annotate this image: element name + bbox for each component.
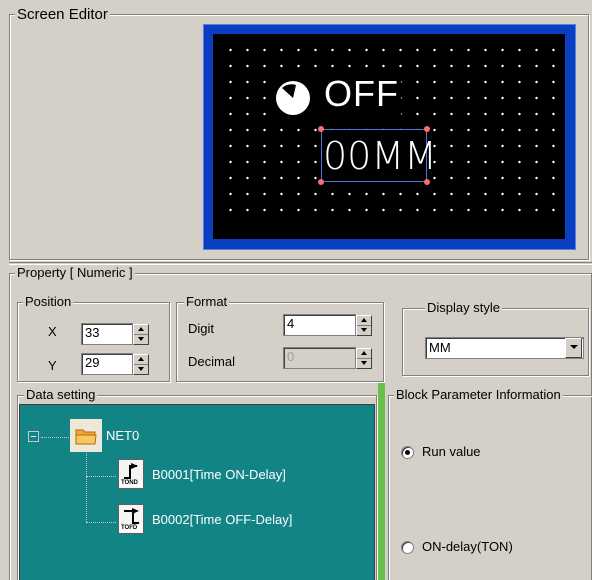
run-value-radio[interactable] <box>401 446 414 459</box>
spin-down-icon <box>138 366 144 371</box>
x-label: X <box>48 324 57 339</box>
status-lamp-icon[interactable] <box>266 72 320 124</box>
lcd-status-text[interactable]: OFF <box>322 72 401 116</box>
tree-line <box>86 450 87 522</box>
tree-node-b0001[interactable]: B0001[Time ON-Delay] <box>152 467 286 482</box>
tree-line <box>86 522 116 523</box>
x-position-spinner[interactable] <box>133 324 149 345</box>
timer-off-delay-icon: TOFD <box>118 504 144 534</box>
display-style-select[interactable]: MM <box>425 337 584 359</box>
resize-handle-top-left[interactable] <box>318 126 324 132</box>
spin-down-icon <box>361 327 367 332</box>
position-legend: Position <box>23 294 74 309</box>
resize-handle-bottom-left[interactable] <box>318 179 324 185</box>
lcd-numeric-object[interactable]: 00MM <box>321 129 437 182</box>
tond-caption: TOND <box>121 480 138 486</box>
screen-editor-legend: Screen Editor <box>15 6 110 23</box>
tofd-caption: TOFD <box>121 525 138 531</box>
property-legend: Property [ Numeric ] <box>15 265 135 280</box>
spin-up-icon <box>361 318 367 322</box>
timer-on-delay-icon: TOND <box>118 459 144 489</box>
lcd-numeric-text: 00MM <box>323 134 437 178</box>
minus-icon <box>31 436 36 437</box>
data-setting-legend: Data setting <box>24 387 98 402</box>
y-position-spinner[interactable] <box>133 354 149 375</box>
spin-up-icon <box>138 327 144 331</box>
on-delay-label[interactable]: ON-delay(TON) <box>422 539 513 554</box>
digit-input[interactable]: 4 <box>283 314 356 336</box>
panel-divider[interactable] <box>378 383 385 580</box>
tree-node-b0002[interactable]: B0002[Time OFF-Delay] <box>152 512 292 527</box>
tree-line <box>86 476 116 477</box>
block-parameter-legend: Block Parameter Information <box>394 387 563 402</box>
decimal-spinner[interactable] <box>356 348 372 369</box>
spin-up-icon <box>138 357 144 361</box>
y-label: Y <box>48 358 57 373</box>
tree-root-label[interactable]: NET0 <box>106 428 139 443</box>
chevron-down-icon <box>570 345 578 349</box>
decimal-label: Decimal <box>188 354 235 369</box>
folder-icon <box>75 427 97 448</box>
digit-label: Digit <box>188 321 215 336</box>
x-position-input[interactable]: 33 <box>81 323 133 345</box>
format-legend: Format <box>184 294 230 309</box>
display-style-dropdown-button[interactable] <box>565 338 582 358</box>
spin-down-icon <box>361 360 367 365</box>
tree-collapse-toggle[interactable] <box>28 431 39 442</box>
spin-down-icon <box>138 336 144 341</box>
resize-handle-bottom-right[interactable] <box>424 179 430 185</box>
spin-up-icon <box>361 351 367 355</box>
run-value-label[interactable]: Run value <box>422 444 481 459</box>
decimal-input[interactable]: 0 <box>283 347 356 369</box>
resize-handle-top-right[interactable] <box>424 126 430 132</box>
on-delay-radio[interactable] <box>401 541 414 554</box>
tree-line <box>41 437 73 438</box>
digit-spinner[interactable] <box>356 315 372 336</box>
display-style-legend: Display style <box>425 300 502 315</box>
y-position-input[interactable]: 29 <box>81 353 133 375</box>
